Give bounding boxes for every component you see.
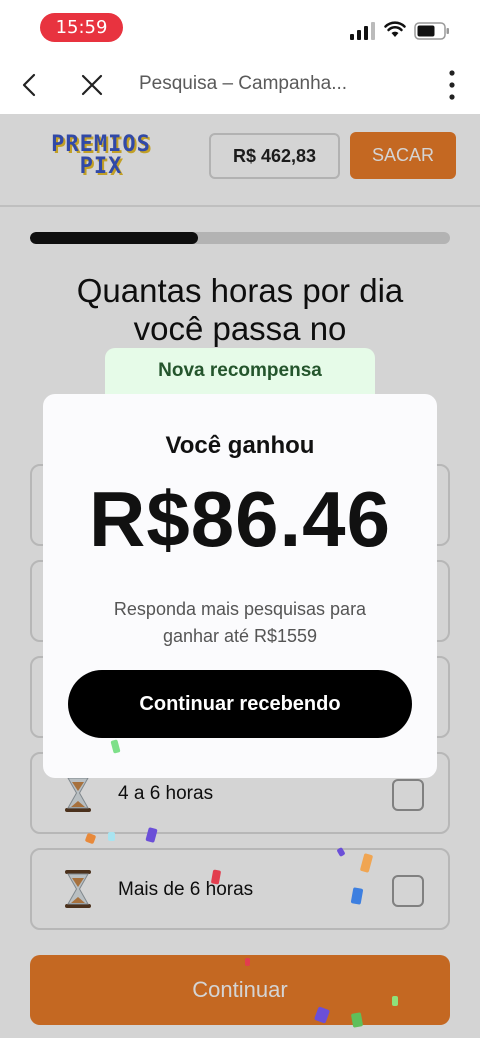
reward-tab: Nova recompensa [105, 348, 375, 398]
reward-amount: R$86.46 [89, 475, 391, 563]
reward-modal: Você ganhou R$86.46 Responda mais pesqui… [43, 394, 437, 778]
modal-message-line-1: Responda mais pesquisas para [113, 599, 367, 619]
more-icon[interactable] [440, 68, 464, 102]
wifi-icon [384, 21, 406, 37]
modal-message: Responda mais pesquisas para ganhar até … [83, 596, 397, 650]
signal-icon [350, 22, 375, 40]
back-icon[interactable] [18, 72, 42, 98]
close-icon[interactable] [80, 73, 104, 97]
modal-message-line-2: ganhar até R$1559 [162, 626, 318, 646]
status-bar: 15:59 [0, 0, 480, 56]
continue-receiving-button[interactable]: Continuar recebendo [68, 670, 412, 738]
modal-heading: Você ganhou [165, 432, 315, 459]
confetti-piece [245, 958, 250, 966]
browser-bar: Pesquisa – Campanha... [0, 56, 480, 114]
battery-icon [414, 22, 449, 40]
browser-page-title: Pesquisa – Campanha... [139, 73, 348, 94]
confetti-piece [108, 832, 115, 841]
status-time: 15:59 [40, 13, 123, 42]
confetti-piece [392, 996, 398, 1006]
